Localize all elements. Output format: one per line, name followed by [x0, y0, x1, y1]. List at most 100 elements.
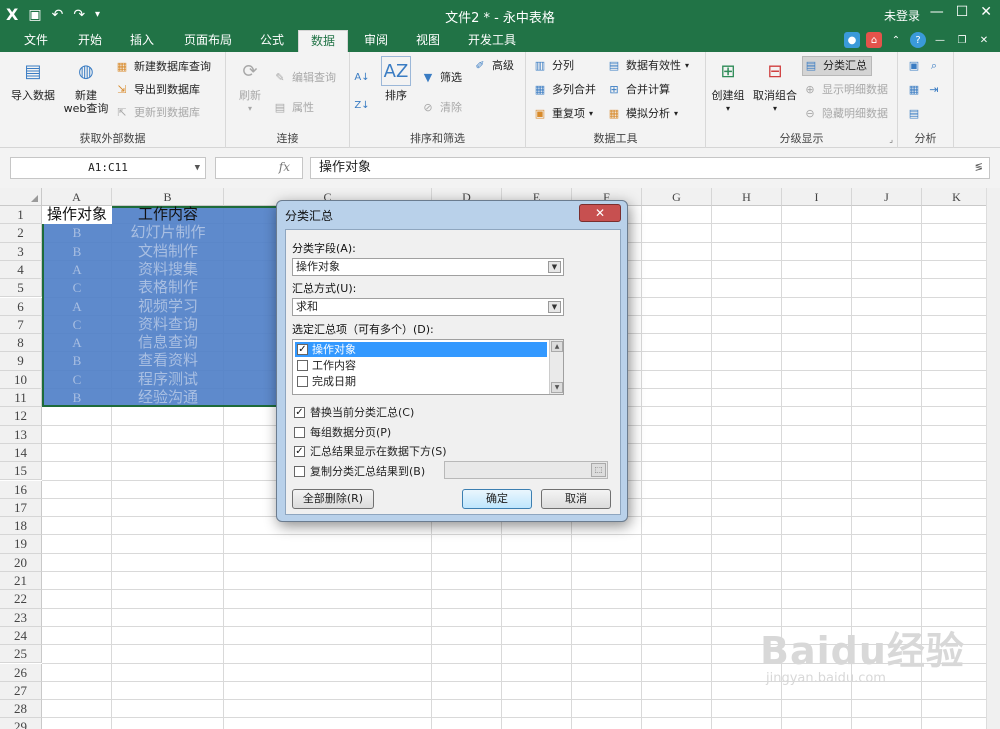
- checkbox[interactable]: [297, 360, 308, 371]
- row-header-8[interactable]: 8: [0, 334, 42, 353]
- row-header-17[interactable]: 17: [0, 498, 42, 518]
- row-header-3[interactable]: 3: [0, 242, 42, 261]
- summary-below-option[interactable]: ✓ 汇总结果显示在数据下方(S): [294, 443, 447, 459]
- work-content-cell[interactable]: 表格制作: [112, 279, 224, 297]
- checkbox[interactable]: ✓: [294, 406, 305, 418]
- doc-minimize-icon[interactable]: —: [932, 32, 948, 48]
- what-if-button[interactable]: ▦ 模拟分析 ▾: [606, 104, 678, 124]
- column-header-h[interactable]: H: [712, 188, 782, 206]
- row-header-2[interactable]: 2: [0, 224, 42, 243]
- show-detail-button[interactable]: ⊕ 显示明细数据: [802, 80, 888, 100]
- work-content-cell[interactable]: 资料搜集: [112, 261, 224, 279]
- remove-all-button[interactable]: 全部删除(R): [292, 489, 374, 509]
- home-icon[interactable]: ⌂: [866, 32, 882, 48]
- analysis-tool-2[interactable]: ▦ ⇥: [906, 80, 942, 100]
- tab-page-layout[interactable]: 页面布局: [172, 30, 244, 52]
- duplicates-button[interactable]: ▣ 重复项 ▾: [532, 104, 593, 124]
- subtotal-items-list[interactable]: ✓ 操作对象 工作内容 完成日期 ▲ ▼: [292, 339, 564, 395]
- header-cell[interactable]: 工作内容: [112, 206, 224, 224]
- collapse-ribbon-icon[interactable]: ⌃: [888, 32, 904, 48]
- row-header-24[interactable]: 24: [0, 626, 42, 646]
- analysis-tool-3[interactable]: ▤: [906, 104, 922, 124]
- list-item[interactable]: 完成日期: [295, 374, 547, 389]
- new-db-query-button[interactable]: ▦ 新建数据库查询: [114, 57, 211, 77]
- checkbox[interactable]: [294, 465, 305, 477]
- work-content-cell[interactable]: 信息查询: [112, 334, 224, 352]
- dialog-close-button[interactable]: ✕: [579, 204, 621, 222]
- create-group-button[interactable]: ⊞ 创建组 ▾: [708, 56, 748, 115]
- tab-file[interactable]: 文件: [10, 30, 62, 52]
- range-picker-icon[interactable]: ⬚: [591, 463, 606, 477]
- row-header-29[interactable]: 29: [0, 718, 42, 729]
- operation-object-cell[interactable]: A: [42, 298, 112, 316]
- operation-object-cell[interactable]: C: [42, 371, 112, 389]
- function-icon[interactable]: fx: [279, 160, 290, 174]
- refresh-button[interactable]: ⟳ 刷新 ▾: [230, 56, 270, 115]
- ungroup-button[interactable]: ⊟ 取消组合 ▾: [750, 56, 800, 115]
- split-column-button[interactable]: ▥ 分列: [532, 56, 574, 76]
- doc-close-icon[interactable]: ✕: [976, 32, 992, 48]
- tab-data[interactable]: 数据: [298, 30, 348, 52]
- sort-asc-button[interactable]: A↓: [354, 68, 370, 88]
- row-header-1[interactable]: 1: [0, 206, 42, 225]
- work-content-cell[interactable]: 查看资料: [112, 352, 224, 370]
- vertical-scrollbar[interactable]: [986, 188, 1000, 729]
- row-header-11[interactable]: 11: [0, 389, 42, 408]
- function-select[interactable]: 求和 ▼: [292, 298, 564, 316]
- column-header-g[interactable]: G: [642, 188, 712, 206]
- scroll-down-icon[interactable]: ▼: [551, 382, 563, 393]
- work-content-cell[interactable]: 资料查询: [112, 316, 224, 334]
- operation-object-cell[interactable]: B: [42, 352, 112, 370]
- row-header-13[interactable]: 13: [0, 425, 42, 444]
- operation-object-cell[interactable]: C: [42, 279, 112, 297]
- operation-object-cell[interactable]: A: [42, 261, 112, 279]
- row-header-22[interactable]: 22: [0, 590, 42, 609]
- subtotal-button[interactable]: ▤ 分类汇总: [802, 56, 872, 76]
- column-header-b[interactable]: B: [112, 188, 224, 206]
- chevron-down-icon[interactable]: ▼: [548, 261, 561, 273]
- cancel-button[interactable]: 取消: [541, 489, 611, 509]
- row-header-4[interactable]: 4: [0, 260, 42, 280]
- operation-object-cell[interactable]: B: [42, 243, 112, 261]
- row-header-19[interactable]: 19: [0, 535, 42, 554]
- consolidate-button[interactable]: ⊞ 合并计算: [606, 80, 670, 100]
- work-content-cell[interactable]: 幻灯片制作: [112, 224, 224, 242]
- tab-developer[interactable]: 开发工具: [456, 30, 528, 52]
- checkbox[interactable]: [297, 376, 308, 387]
- column-header-k[interactable]: K: [922, 188, 992, 206]
- row-header-27[interactable]: 27: [0, 681, 42, 701]
- work-content-cell[interactable]: 程序测试: [112, 371, 224, 389]
- row-header-9[interactable]: 9: [0, 352, 42, 371]
- page-break-option[interactable]: 每组数据分页(P): [294, 424, 391, 440]
- sort-desc-button[interactable]: Z↓: [354, 96, 370, 116]
- column-header-j[interactable]: J: [852, 188, 922, 206]
- dialog-launcher-icon[interactable]: ⌟: [889, 135, 893, 144]
- advanced-filter-button[interactable]: ✐ 高级: [472, 56, 514, 76]
- tab-insert[interactable]: 插入: [118, 30, 166, 52]
- column-header-a[interactable]: A: [42, 188, 112, 206]
- hide-detail-button[interactable]: ⊖ 隐藏明细数据: [802, 104, 888, 124]
- copy-target-input[interactable]: ⬚: [444, 461, 608, 479]
- import-data-button[interactable]: ▤ 导入数据: [6, 56, 60, 102]
- list-item[interactable]: 工作内容: [295, 358, 547, 373]
- operation-object-cell[interactable]: B: [42, 224, 112, 242]
- properties-button[interactable]: ▤ 属性: [272, 98, 314, 118]
- row-header-12[interactable]: 12: [0, 407, 42, 426]
- row-header-6[interactable]: 6: [0, 297, 42, 316]
- ok-button[interactable]: 确定: [462, 489, 532, 509]
- row-header-16[interactable]: 16: [0, 480, 42, 499]
- tab-review[interactable]: 审阅: [352, 30, 400, 52]
- filter-button[interactable]: ▼ 筛选: [420, 68, 462, 88]
- operation-object-cell[interactable]: C: [42, 316, 112, 334]
- row-header-10[interactable]: 10: [0, 370, 42, 389]
- export-db-button[interactable]: ⇲ 导出到数据库: [114, 80, 200, 100]
- work-content-cell[interactable]: 视频学习: [112, 298, 224, 316]
- help-icon[interactable]: ?: [910, 32, 926, 48]
- work-content-cell[interactable]: 经验沟通: [112, 389, 224, 407]
- update-db-button[interactable]: ⇱ 更新到数据库: [114, 103, 200, 123]
- row-header-7[interactable]: 7: [0, 315, 42, 335]
- name-box[interactable]: A1:C11 ▼: [10, 157, 206, 179]
- tab-view[interactable]: 视图: [404, 30, 452, 52]
- close-window-icon[interactable]: ✕: [980, 4, 992, 20]
- doc-restore-icon[interactable]: ❐: [954, 32, 970, 48]
